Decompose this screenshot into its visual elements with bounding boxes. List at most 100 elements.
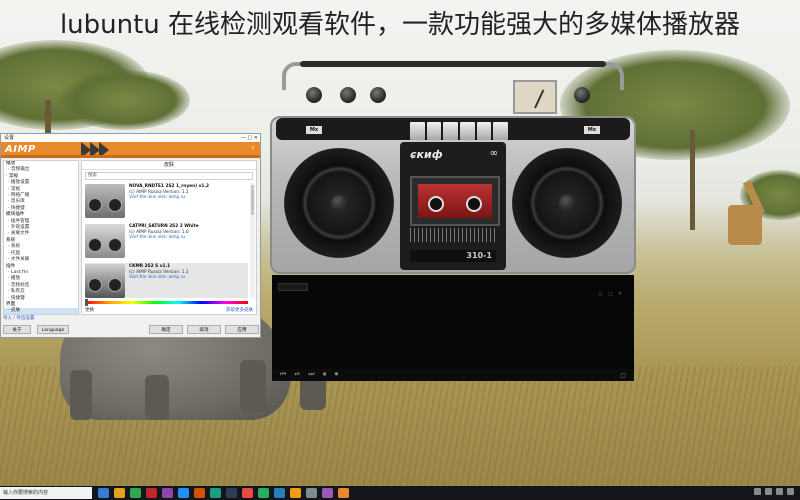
mx-badge-right: Mx [584, 126, 600, 134]
aimp-header: AIMP ? [1, 142, 260, 158]
skin-thumbnail [85, 184, 125, 218]
key-button[interactable] [493, 122, 509, 140]
network-icon[interactable] [754, 488, 761, 495]
app-icon[interactable] [322, 488, 333, 498]
panel-window-icons[interactable]: ◻ ◻ ✕ [598, 291, 624, 297]
key-button[interactable] [460, 122, 475, 140]
system-tray [754, 488, 794, 495]
skin-search-input[interactable]: 搜索 [85, 172, 253, 180]
aimp-logo: AIMP [5, 144, 36, 155]
task-view-icon[interactable] [98, 488, 109, 498]
hue-slider-handle[interactable] [85, 299, 88, 306]
viz-bottom-bar: ⏮ ⏯ ⏭ ⏹ ⏺ ◻ [272, 369, 634, 381]
time-display [278, 283, 308, 291]
skin-list: NOVA_RNDTE1 2S2 1_rnyen) v1.2 (c) AIMP R… [85, 183, 248, 298]
skin-site-link[interactable]: Visit the skin site: aimp.ru [129, 195, 209, 201]
skin-site-link[interactable]: Visit the skin site: aimp.ru [129, 275, 189, 281]
key-button[interactable] [426, 122, 442, 140]
taskbar-search-input[interactable]: 输入你要搜索的内容 [0, 487, 92, 499]
tape-window [410, 176, 500, 226]
get-more-skins-link[interactable]: 获取更多皮肤 [226, 307, 253, 313]
key-button[interactable] [410, 122, 425, 140]
app-icon[interactable] [306, 488, 317, 498]
page-heading: lubuntu 在线检测观看软件，一款功能强大的多媒体播放器 [59, 10, 741, 40]
infinity-icon: ∞ [489, 148, 498, 159]
rhino-leg [145, 375, 169, 420]
window-title: 设置 [4, 135, 15, 141]
key-button[interactable] [476, 122, 492, 140]
reel-icon [428, 196, 444, 212]
taskbar-apps [98, 488, 349, 498]
giraffe [728, 205, 762, 245]
rhino-leg [70, 370, 92, 420]
vu-meter [513, 80, 557, 114]
app-icon[interactable] [210, 488, 221, 498]
resize-icon[interactable]: ◻ [620, 371, 626, 379]
panel-footer: 更换 获取更多皮肤 [85, 307, 253, 313]
app-icon[interactable] [178, 488, 189, 498]
visualization-panel: ◻ ◻ ✕ ⏮ ⏯ ⏭ ⏹ ⏺ ◻ [272, 275, 634, 381]
aimp-titlebar[interactable]: 设置 — □ ✕ [1, 134, 260, 142]
boombox-player-skin: Mx Mx ɕкиф ∞ 310-1 [270, 58, 636, 274]
skin-list-item[interactable]: NOVA_RNDTE1 2S2 1_rnyen) v1.2 (c) AIMP R… [85, 183, 248, 223]
app-icon[interactable] [290, 488, 301, 498]
aimp-taskbar-icon[interactable] [338, 488, 349, 498]
handle-grip [300, 61, 606, 67]
change-skin-label[interactable]: 更换 [85, 308, 94, 313]
hue-slider[interactable] [85, 301, 248, 304]
boombox-body: Mx Mx ɕкиф ∞ 310-1 [270, 116, 636, 274]
file-explorer-icon[interactable] [114, 488, 125, 498]
skin-panel: 皮肤 搜索 NOVA_RNDTE1 2S2 1_rnyen) v1.2 (c) … [81, 160, 257, 315]
tape-counter-ticks [410, 228, 496, 242]
reel-icon [466, 196, 482, 212]
app-icon[interactable] [242, 488, 253, 498]
boombox-top-strip: Mx Mx [276, 118, 630, 140]
tape-label [418, 184, 492, 218]
help-icon[interactable]: ? [251, 146, 254, 152]
skin-list-item[interactable]: CKMR 2S2 S v1.1 (c) AIMP Russia Version:… [85, 263, 248, 298]
knob-icon[interactable] [370, 87, 386, 103]
right-speaker [512, 148, 622, 258]
skin-list-scrollbar[interactable] [250, 183, 255, 298]
taskbar: 输入你要搜索的内容 [0, 486, 800, 500]
skin-list-item[interactable]: CATPRI_SATURN 2S2 2 White (c) AIMP Russi… [85, 223, 248, 263]
tree-right-trunk [690, 130, 695, 230]
notification-icon[interactable] [787, 488, 794, 495]
ok-button[interactable]: 确定 [149, 325, 183, 334]
knob-icon[interactable] [340, 87, 356, 103]
app-icon[interactable] [194, 488, 205, 498]
key-button[interactable] [443, 122, 459, 140]
skin-site-link[interactable]: Visit the skin site: aimp.ru [129, 235, 198, 241]
aimp-footer: 导入 / 导出设置 关于 Language 确定 取消 应用 [1, 315, 260, 337]
skin-thumbnail [85, 264, 125, 298]
playback-controls[interactable]: ⏮ ⏯ ⏭ ⏹ ⏺ [280, 370, 341, 379]
rhino-leg [240, 360, 266, 412]
app-icon[interactable] [226, 488, 237, 498]
apply-button[interactable]: 应用 [225, 325, 259, 334]
window-controls[interactable]: — □ ✕ [241, 134, 258, 142]
model-label: 310-1 [410, 250, 496, 262]
panel-title: 皮肤 [82, 161, 256, 170]
aimp-body: 播放 · 音频输出 · 常规 · 播放设置 · 常规 · 网络广播 · 音乐库 · 快捷键 模块… [1, 158, 260, 315]
skin-name: NOVA_RNDTE1 2S2 1_rnyen) v1.2 [129, 184, 209, 189]
knob-icon[interactable] [574, 87, 590, 103]
transport-keys[interactable] [410, 122, 509, 140]
skin-thumbnail [85, 224, 125, 258]
language-button[interactable]: Language [37, 325, 69, 334]
app-icon[interactable] [258, 488, 269, 498]
volume-icon[interactable] [765, 488, 772, 495]
knob-icon[interactable] [306, 87, 322, 103]
settings-tree: 播放 · 音频输出 · 常规 · 播放设置 · 常规 · 网络广播 · 音乐库 · 快捷键 模块… [3, 160, 79, 315]
cancel-button[interactable]: 取消 [187, 325, 221, 334]
mx-badge-left: Mx [306, 126, 322, 134]
app-icon[interactable] [130, 488, 141, 498]
app-icon[interactable] [146, 488, 157, 498]
app-icon[interactable] [162, 488, 173, 498]
cassette-deck: ɕкиф ∞ 310-1 [400, 142, 506, 270]
app-icon[interactable] [274, 488, 285, 498]
about-button[interactable]: 关于 [3, 325, 31, 334]
import-export-link[interactable]: 导入 / 导出设置 [3, 315, 34, 321]
skin-name: CATPRI_SATURN 2S2 2 White [129, 224, 199, 229]
ime-icon[interactable] [776, 488, 783, 495]
tree-left2-canopy [60, 70, 190, 130]
